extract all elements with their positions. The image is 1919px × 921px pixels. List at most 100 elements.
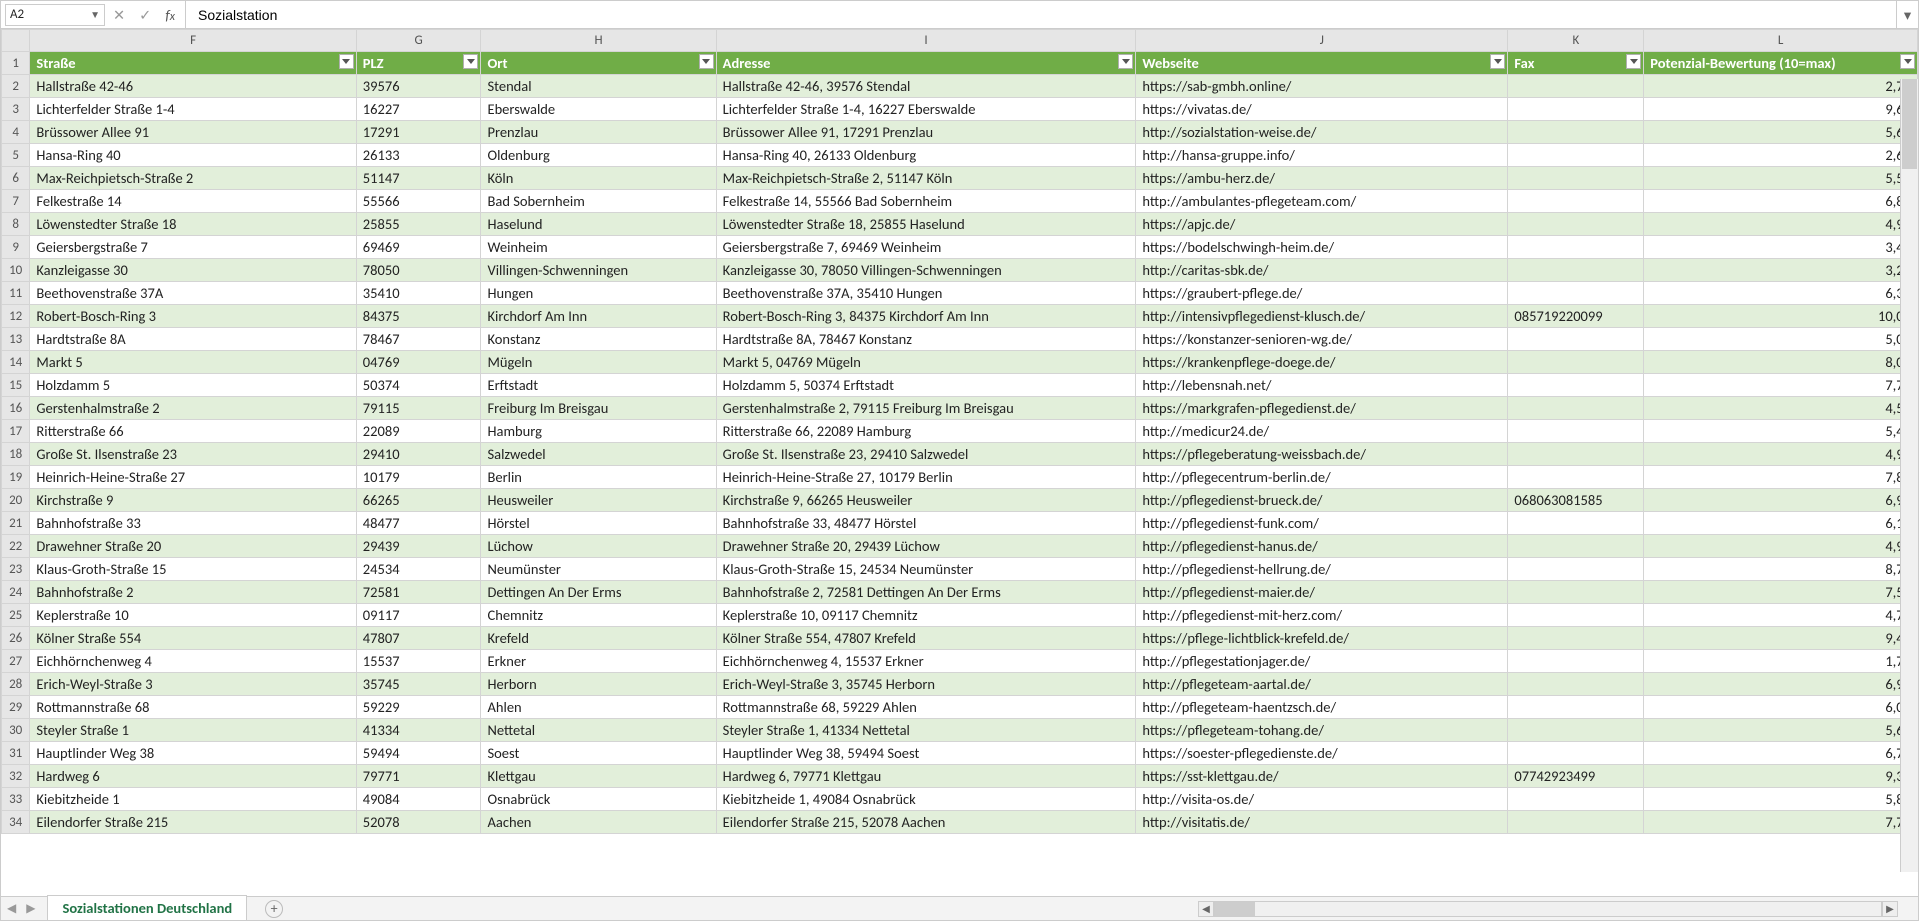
cell[interactable]: 3,47 [1644, 236, 1918, 259]
cell[interactable]: 7,70 [1644, 374, 1918, 397]
cell[interactable]: Mügeln [481, 351, 716, 374]
cell[interactable]: 15537 [356, 650, 481, 673]
row-header[interactable]: 32 [2, 765, 30, 788]
cell[interactable]: Erftstadt [481, 374, 716, 397]
cell[interactable]: https://markgrafen-pflegedienst.de/ [1136, 397, 1508, 420]
cell[interactable]: 78050 [356, 259, 481, 282]
cell[interactable]: 6,00 [1644, 696, 1918, 719]
cell[interactable] [1508, 75, 1644, 98]
cell[interactable]: Ritterstraße 66, 22089 Hamburg [716, 420, 1136, 443]
cell[interactable]: Lichterfelder Straße 1-4 [30, 98, 356, 121]
row-header[interactable]: 28 [2, 673, 30, 696]
cell[interactable]: Hungen [481, 282, 716, 305]
cell[interactable]: Kiebitzheide 1, 49084 Osnabrück [716, 788, 1136, 811]
cell[interactable]: 79771 [356, 765, 481, 788]
cell[interactable]: http://lebensnah.net/ [1136, 374, 1508, 397]
cell[interactable]: http://pflegedienst-funk.com/ [1136, 512, 1508, 535]
cell[interactable]: Hamburg [481, 420, 716, 443]
cell[interactable]: 6,84 [1644, 190, 1918, 213]
cell[interactable]: Hörstel [481, 512, 716, 535]
table-header-cell[interactable]: Webseite [1136, 52, 1508, 75]
cell[interactable]: Heusweiler [481, 489, 716, 512]
cell[interactable]: 66265 [356, 489, 481, 512]
cell[interactable]: 6,90 [1644, 673, 1918, 696]
cell[interactable]: http://pflegedienst-maier.de/ [1136, 581, 1508, 604]
cell[interactable]: Rottmannstraße 68 [30, 696, 356, 719]
row-header[interactable]: 29 [2, 696, 30, 719]
cell[interactable]: Klaus-Groth-Straße 15, 24534 Neumünster [716, 558, 1136, 581]
cell[interactable]: Große St. Ilsenstraße 23 [30, 443, 356, 466]
cell[interactable] [1508, 351, 1644, 374]
cell[interactable]: 52078 [356, 811, 481, 834]
cell[interactable]: 2,74 [1644, 75, 1918, 98]
cell[interactable]: 48477 [356, 512, 481, 535]
table-header-cell[interactable]: Potenzial-Bewertung (10=max) [1644, 52, 1918, 75]
cell[interactable]: Hardtstraße 8A, 78467 Konstanz [716, 328, 1136, 351]
row-header[interactable]: 6 [2, 167, 30, 190]
cell[interactable]: Kirchdorf Am Inn [481, 305, 716, 328]
row-header[interactable]: 1 [2, 52, 30, 75]
cell[interactable]: Kanzleigasse 30 [30, 259, 356, 282]
cell[interactable]: 59494 [356, 742, 481, 765]
cell[interactable]: 84375 [356, 305, 481, 328]
cell[interactable]: Kirchstraße 9, 66265 Heusweiler [716, 489, 1136, 512]
cell[interactable] [1508, 696, 1644, 719]
cell[interactable]: http://intensivpflegedienst-klusch.de/ [1136, 305, 1508, 328]
cell[interactable]: 8,77 [1644, 558, 1918, 581]
cell[interactable]: 6,90 [1644, 489, 1918, 512]
cell[interactable] [1508, 213, 1644, 236]
nav-prev-icon[interactable]: ◀ [7, 901, 16, 916]
row-header[interactable]: 4 [2, 121, 30, 144]
cell[interactable]: 24534 [356, 558, 481, 581]
cell[interactable]: Eichhörnchenweg 4, 15537 Erkner [716, 650, 1136, 673]
cell[interactable]: Brüssower Allee 91, 17291 Prenzlau [716, 121, 1136, 144]
row-header[interactable]: 18 [2, 443, 30, 466]
cell[interactable]: Freiburg Im Breisgau [481, 397, 716, 420]
vertical-scrollbar[interactable] [1900, 79, 1918, 872]
cell[interactable]: http://caritas-sbk.de/ [1136, 259, 1508, 282]
cell[interactable]: Bahnhofstraße 33, 48477 Hörstel [716, 512, 1136, 535]
cell[interactable]: http://pflegestationjager.de/ [1136, 650, 1508, 673]
cell[interactable]: Drawehner Straße 20, 29439 Lüchow [716, 535, 1136, 558]
scroll-left-icon[interactable]: ◀ [1198, 901, 1214, 917]
cell[interactable]: https://bodelschwingh-heim.de/ [1136, 236, 1508, 259]
cell[interactable]: 16227 [356, 98, 481, 121]
cell[interactable]: Haselund [481, 213, 716, 236]
cell[interactable]: 5,43 [1644, 420, 1918, 443]
cell[interactable]: http://pflegedienst-hanus.de/ [1136, 535, 1508, 558]
cell[interactable] [1508, 466, 1644, 489]
cell[interactable]: 5,65 [1644, 121, 1918, 144]
cell[interactable]: Klettgau [481, 765, 716, 788]
cell[interactable]: Markt 5, 04769 Mügeln [716, 351, 1136, 374]
cell[interactable]: https://soester-pflegedienste.de/ [1136, 742, 1508, 765]
cell[interactable]: https://pflegeberatung-weissbach.de/ [1136, 443, 1508, 466]
cell[interactable]: Rottmannstraße 68, 59229 Ahlen [716, 696, 1136, 719]
cell[interactable]: Holzdamm 5, 50374 Erftstadt [716, 374, 1136, 397]
select-all-corner[interactable] [2, 30, 30, 52]
cell[interactable]: Chemnitz [481, 604, 716, 627]
row-header[interactable]: 8 [2, 213, 30, 236]
cell[interactable]: Bad Sobernheim [481, 190, 716, 213]
table-header-cell[interactable]: Fax [1508, 52, 1644, 75]
cell[interactable]: Eilendorfer Straße 215, 52078 Aachen [716, 811, 1136, 834]
cell[interactable]: Weinheim [481, 236, 716, 259]
row-header[interactable]: 25 [2, 604, 30, 627]
cell[interactable]: Kölner Straße 554, 47807 Krefeld [716, 627, 1136, 650]
cell[interactable]: 09117 [356, 604, 481, 627]
scrollbar-thumb[interactable] [1215, 902, 1255, 916]
cell[interactable]: http://ambulantes-pflegeteam.com/ [1136, 190, 1508, 213]
name-box[interactable]: A2 ▼ [5, 4, 105, 26]
cell[interactable]: 5,87 [1644, 788, 1918, 811]
cell[interactable]: 35410 [356, 282, 481, 305]
cell[interactable]: Keplerstraße 10, 09117 Chemnitz [716, 604, 1136, 627]
cell[interactable]: Beethovenstraße 37A, 35410 Hungen [716, 282, 1136, 305]
column-header[interactable]: I [716, 30, 1136, 52]
cell[interactable]: 35745 [356, 673, 481, 696]
cell[interactable]: 8,06 [1644, 351, 1918, 374]
cell[interactable]: Eilendorfer Straße 215 [30, 811, 356, 834]
row-header[interactable]: 12 [2, 305, 30, 328]
filter-dropdown-icon[interactable] [1118, 54, 1133, 69]
cell[interactable]: http://sozialstation-weise.de/ [1136, 121, 1508, 144]
cell[interactable]: Herborn [481, 673, 716, 696]
cell[interactable]: Erich-Weyl-Straße 3, 35745 Herborn [716, 673, 1136, 696]
